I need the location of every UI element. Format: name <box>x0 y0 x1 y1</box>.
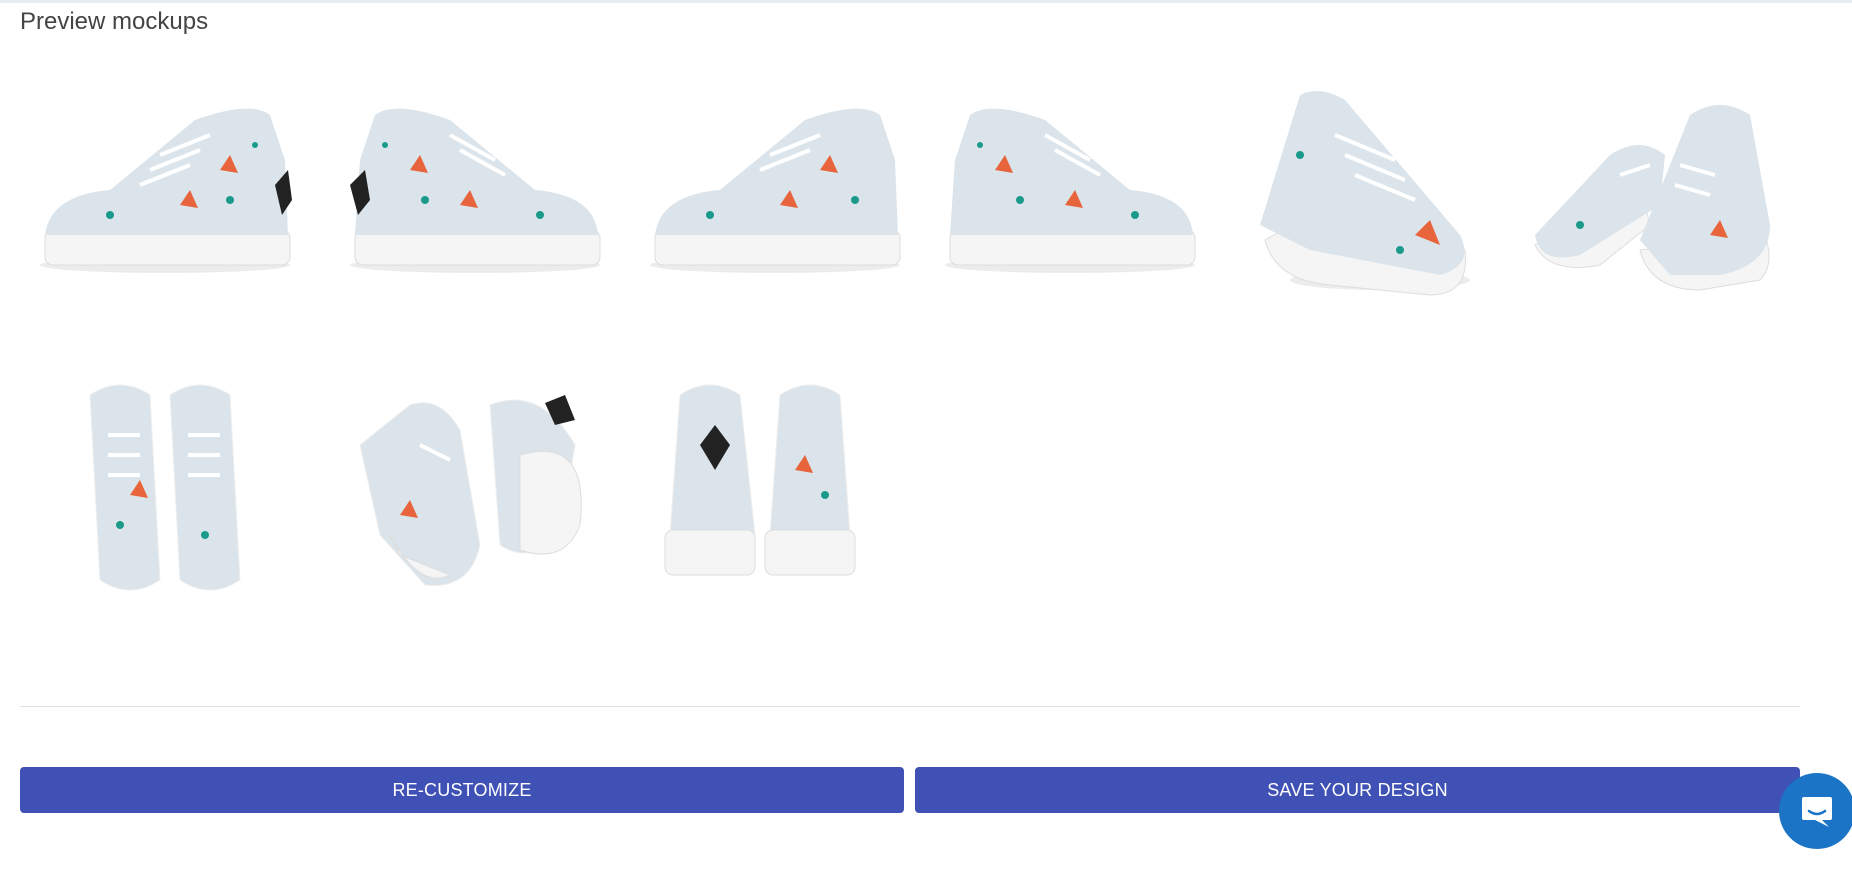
mockup-image[interactable] <box>1520 75 1810 315</box>
shoe-mockup-4 <box>945 108 1196 273</box>
shoe-mockup-2 <box>350 108 601 273</box>
mockup-image[interactable] <box>330 75 620 315</box>
shoe-mockup-6 <box>1534 105 1770 291</box>
mockup-image[interactable] <box>1230 75 1520 315</box>
re-customize-button[interactable]: RE-CUSTOMIZE <box>20 767 904 813</box>
save-design-button[interactable]: SAVE YOUR DESIGN <box>915 767 1800 813</box>
shoe-mockup-8 <box>359 395 582 586</box>
page-title: Preview mockups <box>20 8 209 35</box>
mockup-image[interactable] <box>925 75 1215 315</box>
mockup-image[interactable] <box>630 375 920 615</box>
shoe-mockup-3 <box>650 108 901 273</box>
mockup-image[interactable] <box>20 375 310 615</box>
chat-launcher-button[interactable] <box>1779 773 1852 849</box>
shoe-mockup-1 <box>40 108 292 273</box>
mockup-image[interactable] <box>630 75 920 315</box>
shoe-mockup-5 <box>1260 91 1470 296</box>
mockup-image[interactable] <box>330 375 620 615</box>
shoe-mockup-9 <box>664 384 856 576</box>
mockup-image[interactable] <box>20 75 310 315</box>
page: Preview mockups RE-CUSTOMIZE SAVE YOUR D… <box>0 0 1852 869</box>
shoe-mockup-7 <box>89 384 241 591</box>
top-border <box>0 0 1852 3</box>
divider <box>20 706 1800 707</box>
chat-icon <box>1802 797 1832 827</box>
